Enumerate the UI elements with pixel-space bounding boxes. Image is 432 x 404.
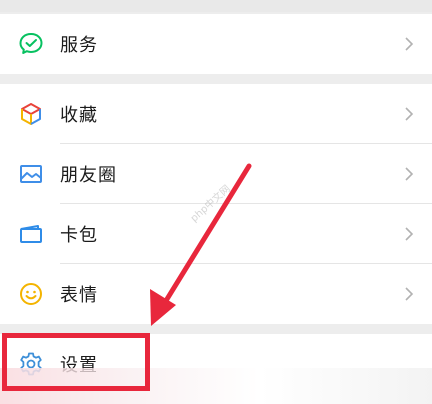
features-group: 收藏 朋友圈 卡包 表情: [0, 84, 432, 324]
menu-item-favorites[interactable]: 收藏: [0, 84, 432, 144]
chevron-right-icon: [402, 164, 416, 184]
settings-group: 设置: [0, 334, 432, 404]
menu-item-label: 卡包: [60, 225, 98, 246]
services-group: 服务: [0, 14, 432, 74]
chevron-right-icon: [402, 34, 416, 54]
image-icon: [17, 160, 45, 188]
cube-icon: [17, 100, 45, 128]
chevron-right-icon: [402, 104, 416, 124]
menu-item-moments[interactable]: 朋友圈: [0, 144, 432, 204]
menu-item-label: 设置: [60, 355, 98, 376]
wechat-me-page: 服务 收藏 朋友圈 卡包 表情 设置 php中文网: [0, 0, 432, 404]
wechat-pay-icon: [17, 30, 45, 58]
menu-item-cards[interactable]: 卡包: [0, 204, 432, 264]
menu-item-label: 服务: [60, 35, 98, 56]
menu-item-stickers[interactable]: 表情: [0, 264, 432, 324]
smiley-icon: [17, 280, 45, 308]
menu-item-settings[interactable]: 设置: [0, 334, 432, 394]
chevron-right-icon: [402, 224, 416, 244]
menu-item-label: 收藏: [60, 105, 98, 126]
menu-item-label: 表情: [60, 285, 98, 306]
menu-item-services[interactable]: 服务: [0, 14, 432, 74]
chevron-right-icon: [402, 284, 416, 304]
menu-item-label: 朋友圈: [60, 165, 117, 186]
top-separator: [0, 0, 432, 12]
gear-icon: [17, 350, 45, 378]
wallet-card-icon: [17, 220, 45, 248]
